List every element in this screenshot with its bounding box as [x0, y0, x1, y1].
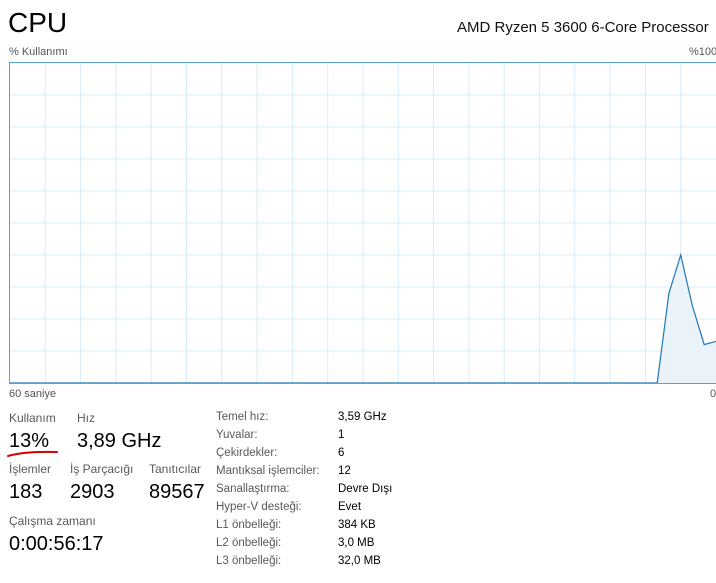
processor-name: AMD Ryzen 5 3600 6-Core Processor: [457, 19, 709, 36]
processes-value: 183: [9, 481, 43, 503]
graph-grid: [10, 63, 716, 383]
spec-key: L1 önbelleği:: [216, 519, 282, 531]
graph-min-label: 0: [710, 388, 716, 400]
page-title: CPU: [8, 7, 68, 38]
graph-usage-label: % Kullanımı: [9, 46, 68, 58]
uptime-value: 0:00:56:17: [9, 533, 104, 555]
spec-key: Mantıksal işlemciler:: [216, 465, 320, 477]
spec-value: 6: [338, 447, 345, 459]
spec-key: L3 önbelleği:: [216, 555, 282, 567]
graph-time-label: 60 saniye: [9, 388, 57, 400]
cpu-usage-graph[interactable]: [9, 62, 716, 384]
usage-label: Kullanım: [9, 411, 56, 425]
spec-key: Yuvalar:: [216, 429, 258, 441]
spec-value: 384 KB: [338, 519, 376, 531]
spec-value: 3,0 MB: [338, 537, 375, 549]
spec-key: Çekirdekler:: [216, 447, 278, 459]
graph-max-label: %100: [689, 46, 716, 58]
spec-key: Sanallaştırma:: [216, 483, 290, 495]
spec-value: 32,0 MB: [338, 555, 381, 567]
threads-label: İş Parçacığı: [70, 462, 134, 476]
spec-value: Devre Dışı: [338, 483, 393, 495]
spec-value: 3,59 GHz: [338, 411, 387, 423]
processes-label: İşlemler: [9, 462, 52, 476]
spec-key: Temel hız:: [216, 411, 269, 423]
threads-value: 2903: [70, 481, 115, 503]
handles-label: Tanıtıcılar: [149, 462, 202, 476]
uptime-label: Çalışma zamanı: [9, 514, 96, 528]
handles-value: 89567: [149, 481, 205, 503]
cpu-usage-chart: [10, 63, 716, 383]
spec-key: L2 önbelleği:: [216, 537, 282, 549]
speed-label: Hız: [77, 411, 95, 425]
spec-key: Hyper-V desteği:: [216, 501, 302, 513]
spec-value: 1: [338, 429, 345, 441]
spec-value: 12: [338, 465, 351, 477]
red-underline-annotation: [7, 450, 58, 457]
spec-value: Evet: [338, 501, 362, 513]
speed-value: 3,89 GHz: [77, 430, 162, 452]
